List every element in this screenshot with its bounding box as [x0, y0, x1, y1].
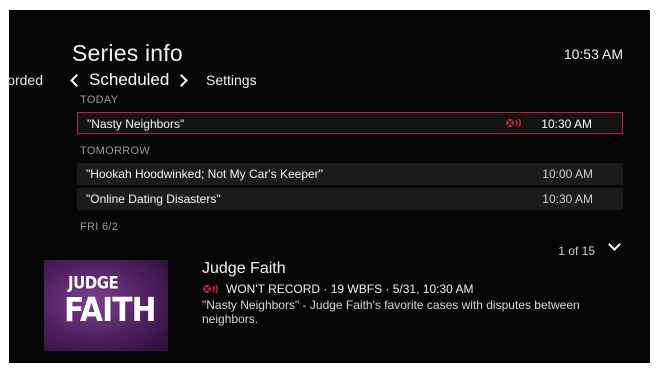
chevron-right-icon[interactable]: [175, 73, 189, 87]
episode-time: 10:00 AM: [542, 167, 593, 181]
page-title: Series info: [72, 40, 183, 66]
tab-scheduled[interactable]: Scheduled: [68, 70, 190, 90]
tab-recorded-label: Recorded: [9, 72, 43, 88]
poster-text-bottom: FAITH: [64, 290, 156, 329]
tab-scheduled-label: Scheduled: [89, 70, 170, 89]
episode-time: 10:30 AM: [542, 192, 593, 206]
day-heading-fri: FRI 6/2: [80, 221, 119, 233]
show-title: Judge Faith: [202, 260, 286, 277]
show-poster: JUDGE FAITH: [44, 260, 168, 351]
wont-record-icon: [203, 284, 218, 294]
episode-name: "Online Dating Disasters": [86, 192, 221, 206]
wont-record-icon: [506, 118, 521, 128]
day-heading-today: TODAY: [80, 94, 119, 106]
episode-time: 10:30 AM: [541, 117, 592, 131]
tab-settings[interactable]: Settings: [206, 72, 257, 88]
day-heading-tomorrow: TOMORROW: [80, 145, 151, 157]
schedule-row[interactable]: "Hookah Hoodwinked; Not My Car's Keeper"…: [77, 163, 623, 185]
clock: 10:53 AM: [563, 46, 623, 62]
episode-name: "Hookah Hoodwinked; Not My Car's Keeper": [86, 167, 323, 181]
tab-recorded[interactable]: Recorded: [9, 72, 43, 88]
schedule-row-selected[interactable]: "Nasty Neighbors" 10:30 AM: [77, 112, 623, 134]
chevron-left-icon[interactable]: [70, 73, 83, 87]
schedule-row[interactable]: "Online Dating Disasters" 10:30 AM: [77, 188, 623, 210]
show-meta-text: WON'T RECORD · 19 WBFS · 5/31, 10:30 AM: [226, 282, 474, 296]
pager-count: 1 of 15: [558, 244, 595, 258]
chevron-down-icon[interactable]: [608, 238, 621, 251]
episode-name: "Nasty Neighbors": [87, 117, 185, 131]
tv-screen: Series info 10:53 AM Recorded Scheduled …: [9, 10, 650, 363]
tab-bar: Recorded Scheduled Settings: [9, 70, 650, 92]
show-meta: WON'T RECORD · 19 WBFS · 5/31, 10:30 AM: [202, 282, 473, 296]
episode-description: "Nasty Neighbors" - Judge Faith's favori…: [202, 298, 580, 326]
